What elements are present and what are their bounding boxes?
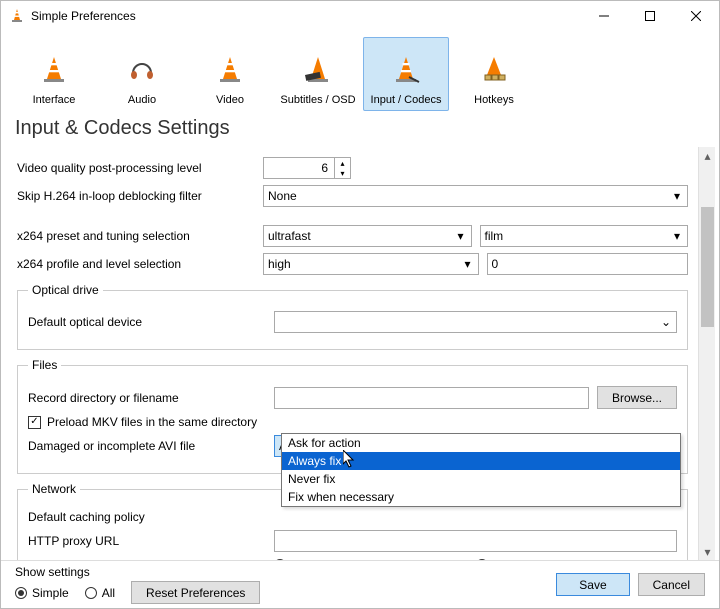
chevron-down-icon: ⌄ <box>658 312 674 332</box>
headphones-icon <box>122 50 162 90</box>
tab-label: Video <box>216 94 244 106</box>
show-simple-radio[interactable]: Simple <box>15 586 69 600</box>
avi-option-never[interactable]: Never fix <box>282 470 680 488</box>
caching-label: Default caching policy <box>28 510 274 524</box>
tab-audio[interactable]: Audio <box>99 37 185 111</box>
minimize-button[interactable] <box>581 1 627 31</box>
optical-group: Optical drive Default optical device ⌄ <box>17 283 688 350</box>
cone-icon <box>34 50 74 90</box>
record-dir-label: Record directory or filename <box>28 391 274 405</box>
save-button[interactable]: Save <box>556 573 629 596</box>
show-settings-label: Show settings <box>15 565 260 579</box>
spin-up-icon[interactable]: ▴ <box>335 158 350 168</box>
chevron-down-icon: ▾ <box>669 226 685 246</box>
category-tabs: Interface Audio Video Subtitles / OSD In… <box>1 31 719 113</box>
titlebar: Simple Preferences <box>1 1 719 31</box>
close-button[interactable] <box>673 1 719 31</box>
avi-option-when-necessary[interactable]: Fix when necessary <box>282 488 680 506</box>
page-title: Input & Codecs Settings <box>1 113 719 146</box>
files-legend: Files <box>28 358 61 372</box>
tab-video[interactable]: Video <box>187 37 273 111</box>
default-optical-combo[interactable]: ⌄ <box>274 311 677 333</box>
default-optical-label: Default optical device <box>28 315 274 329</box>
vlc-cone-icon <box>9 8 25 24</box>
clapper-cone-icon <box>298 50 338 90</box>
window-title: Simple Preferences <box>31 9 136 23</box>
tab-label: Input / Codecs <box>371 94 442 106</box>
tab-input-codecs[interactable]: Input / Codecs <box>363 37 449 111</box>
bottom-bar: Show settings Simple All Reset Preferenc… <box>1 560 719 608</box>
x264-preset-label: x264 preset and tuning selection <box>17 229 263 243</box>
avi-option-ask[interactable]: Ask for action <box>282 434 680 452</box>
browse-button[interactable]: Browse... <box>597 386 677 409</box>
cone-keys-icon <box>474 50 514 90</box>
tab-label: Interface <box>33 94 76 106</box>
network-legend: Network <box>28 482 80 496</box>
cancel-button[interactable]: Cancel <box>638 573 705 596</box>
post-processing-spinner[interactable]: 6 ▴▾ <box>263 157 351 179</box>
show-settings-group: Show settings Simple All Reset Preferenc… <box>15 565 260 604</box>
scroll-thumb[interactable] <box>701 207 714 327</box>
record-dir-input[interactable] <box>274 387 589 409</box>
scroll-up-icon[interactable]: ▴ <box>699 147 716 164</box>
cone-plug-icon <box>386 50 426 90</box>
tab-label: Subtitles / OSD <box>280 94 355 106</box>
avi-option-always[interactable]: Always fix <box>282 452 680 470</box>
checkbox-icon <box>28 416 41 429</box>
preload-mkv-checkbox[interactable]: Preload MKV files in the same directory <box>28 415 257 429</box>
chevron-down-icon: ▾ <box>460 254 476 274</box>
radio-icon <box>15 587 27 599</box>
chevron-down-icon: ▾ <box>669 186 685 206</box>
x264-preset-combo[interactable]: ultrafast▾ <box>263 225 472 247</box>
avi-label: Damaged or incomplete AVI file <box>28 439 274 453</box>
skip-h264-combo[interactable]: None ▾ <box>263 185 688 207</box>
show-all-radio[interactable]: All <box>85 586 115 600</box>
tab-label: Hotkeys <box>474 94 514 106</box>
maximize-button[interactable] <box>627 1 673 31</box>
radio-icon <box>85 587 97 599</box>
tab-subtitles[interactable]: Subtitles / OSD <box>275 37 361 111</box>
cone-icon <box>210 50 250 90</box>
vertical-scrollbar[interactable]: ▴ ▾ <box>698 147 715 560</box>
tab-label: Audio <box>128 94 156 106</box>
tab-hotkeys[interactable]: Hotkeys <box>451 37 537 111</box>
proxy-input[interactable] <box>274 530 677 552</box>
proxy-label: HTTP proxy URL <box>28 534 274 548</box>
optical-legend: Optical drive <box>28 283 103 297</box>
chevron-down-icon: ▾ <box>453 226 469 246</box>
x264-tune-combo[interactable]: film▾ <box>480 225 689 247</box>
avi-dropdown-list[interactable]: Ask for action Always fix Never fix Fix … <box>281 433 681 507</box>
scroll-down-icon[interactable]: ▾ <box>699 543 716 560</box>
x264-level-input[interactable] <box>487 253 689 275</box>
x264-profile-label: x264 profile and level selection <box>17 257 263 271</box>
tab-interface[interactable]: Interface <box>11 37 97 111</box>
spin-down-icon[interactable]: ▾ <box>335 168 350 178</box>
x264-profile-combo[interactable]: high▾ <box>263 253 479 275</box>
post-processing-label: Video quality post-processing level <box>17 161 263 175</box>
reset-button[interactable]: Reset Preferences <box>131 581 260 604</box>
skip-h264-label: Skip H.264 in-loop deblocking filter <box>17 189 263 203</box>
